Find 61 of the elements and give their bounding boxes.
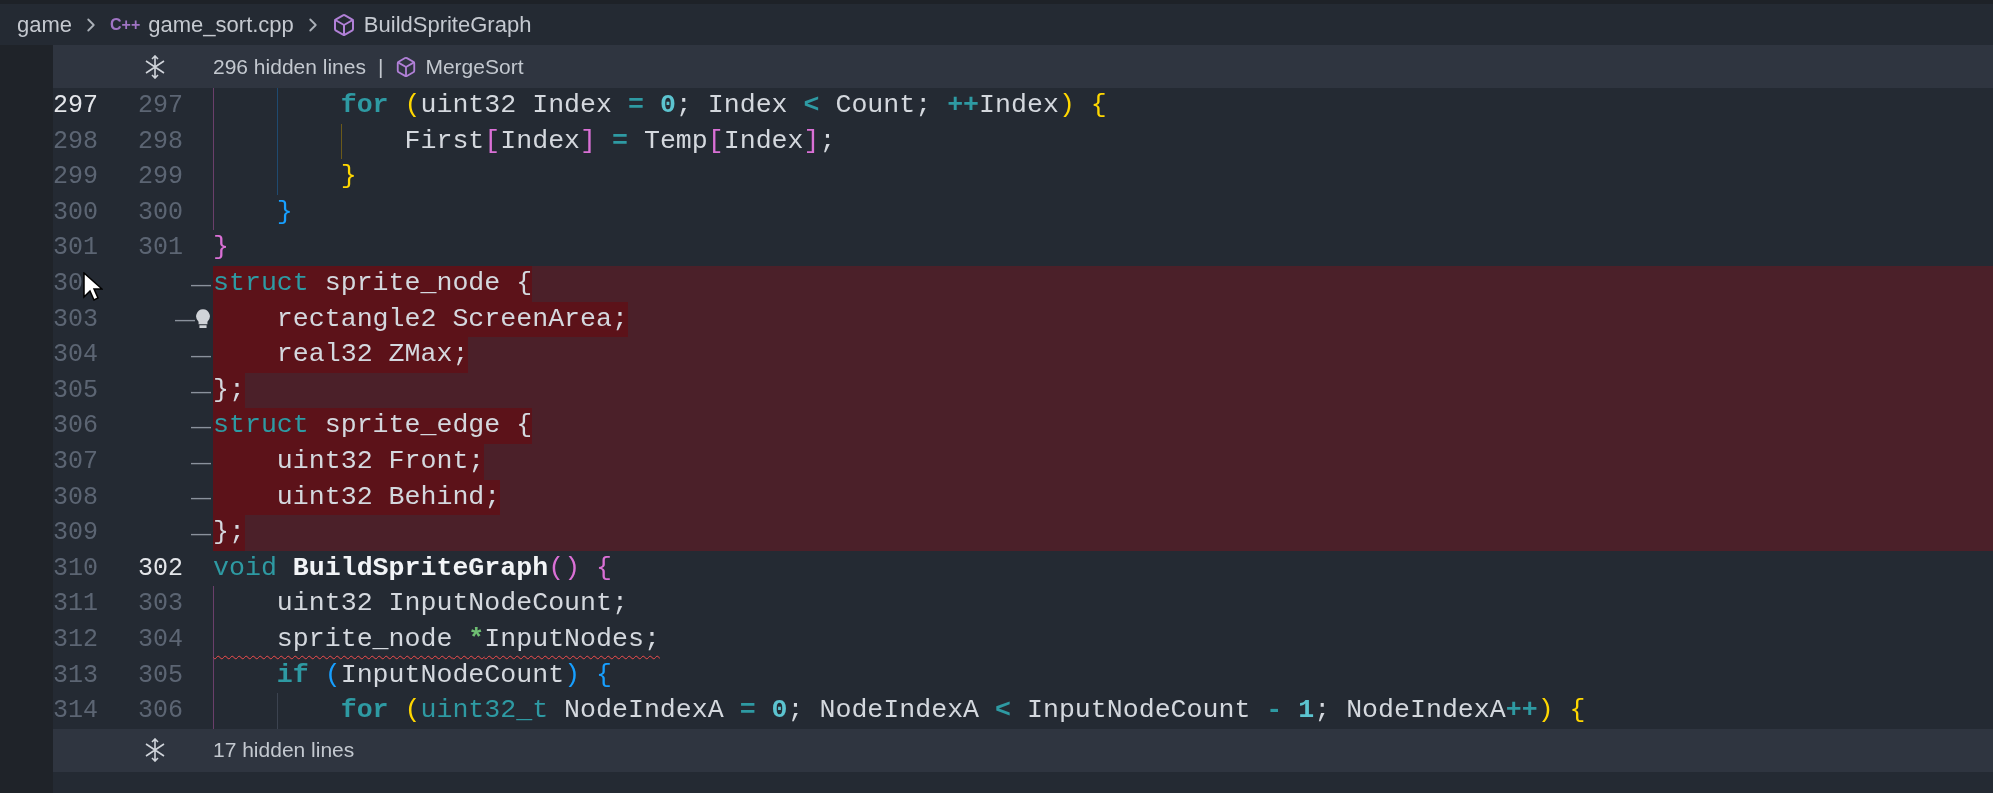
line-number: 301 [138, 232, 183, 265]
breadcrumb-item[interactable]: BuildSpriteGraph [363, 8, 532, 41]
breadcrumb-item[interactable]: game [17, 8, 73, 41]
code-line: for (uint32_t NodeIndexA = 0; NodeIndexA < InputNodeCount - 1; NodeIndexA++) { [339, 694, 1586, 728]
line-number: 304 [53, 339, 98, 372]
line-number: 303 [138, 588, 183, 621]
line-number: 303 [53, 303, 98, 336]
line-number: 305 [138, 659, 183, 692]
line-number: 306 [138, 695, 183, 728]
deleted-marker: — [191, 520, 211, 546]
deleted-marker: — [191, 449, 211, 475]
expand-icon[interactable] [143, 738, 167, 763]
hidden-lines-label: 296 hidden lines [213, 53, 366, 80]
code-line: } [339, 160, 357, 194]
code-line: sprite_node *InputNodes; [275, 622, 660, 656]
deleted-marker: — [191, 414, 211, 440]
line-number: 300 [53, 196, 98, 229]
line-number: 298 [138, 125, 183, 158]
expand-icon[interactable] [143, 54, 167, 79]
separator: | [377, 53, 384, 80]
line-number: 311 [53, 588, 98, 621]
cube-icon [395, 55, 418, 78]
line-number: 300 [138, 196, 183, 229]
deleted-marker: — [191, 271, 211, 297]
deleted-marker: — [175, 307, 195, 333]
hidden-lines-bar[interactable]: 296 hidden lines | MergeSort [53, 45, 1993, 88]
code-line: } [275, 195, 293, 229]
hidden-lines-label: 17 hidden lines [213, 737, 355, 764]
line-number: 306 [53, 410, 98, 443]
line-number: 308 [53, 481, 98, 514]
line-number: 30 [53, 268, 83, 300]
line-number: 299 [138, 161, 183, 194]
line-number: 299 [53, 161, 98, 194]
lightbulb-icon[interactable] [195, 308, 211, 331]
code-line: void BuildSpriteGraph() { [213, 551, 612, 585]
file-type-label: C++ [110, 14, 141, 35]
mouse-pointer-icon [83, 272, 103, 302]
code-line: } [213, 231, 229, 265]
line-number: 312 [53, 623, 98, 656]
line-number: 314 [53, 695, 98, 728]
breadcrumb-item[interactable]: game_sort.cpp [148, 8, 294, 41]
deleted-marker: — [191, 378, 211, 404]
line-number: 301 [53, 232, 98, 265]
line-number: 297 [53, 90, 98, 123]
deleted-marker: — [191, 342, 211, 368]
line-number: 310 [53, 552, 98, 585]
line-number: 309 [53, 517, 98, 550]
symbol-label[interactable]: MergeSort [425, 50, 524, 83]
line-number: 304 [138, 623, 183, 656]
hidden-lines-bar[interactable]: 17 hidden lines [53, 728, 1993, 772]
line-number: 297 [138, 90, 183, 123]
code-line: for (uint32 Index = 0; Index < Count; ++Index) { [339, 89, 1107, 122]
code-line: First[Index] = Temp[Index]; [403, 124, 836, 158]
code-line: uint32 InputNodeCount; [275, 587, 628, 621]
deleted-marker: — [191, 485, 211, 511]
line-number: 302 [138, 552, 183, 585]
line-number: 305 [53, 374, 98, 407]
line-number: 313 [53, 659, 98, 692]
line-number: 298 [53, 125, 98, 158]
code-line: if (InputNodeCount) { [275, 658, 612, 692]
line-number: 307 [53, 446, 98, 478]
